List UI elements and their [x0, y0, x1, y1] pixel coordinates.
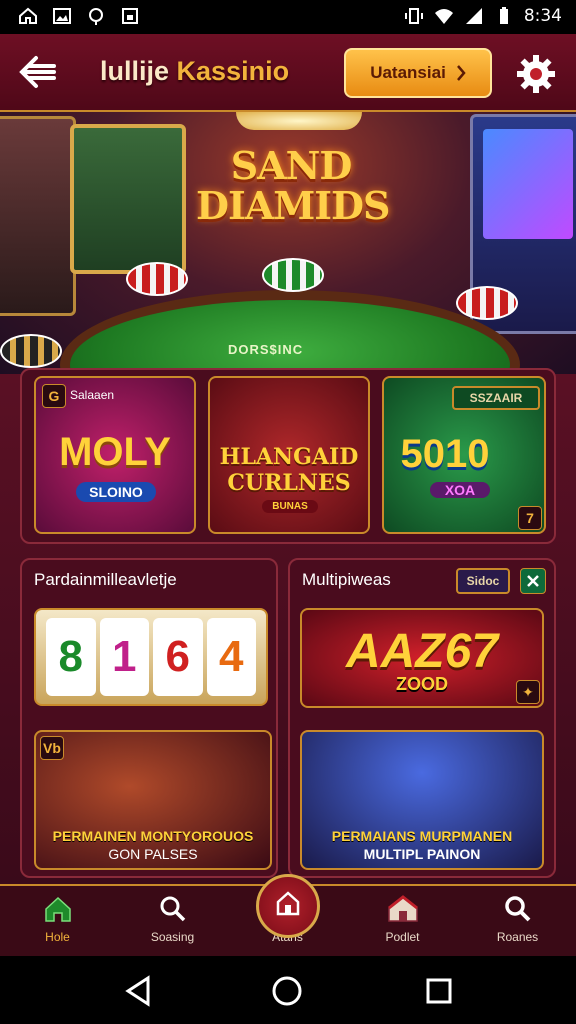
close-x-button[interactable] [520, 568, 546, 594]
game-title: MOLY [59, 430, 171, 474]
home-icon [19, 7, 37, 24]
chip-stack [456, 286, 518, 320]
hero-lamp [236, 112, 362, 130]
hero-portrait-art [70, 124, 186, 274]
reel: 1 [99, 618, 149, 696]
search-icon [160, 896, 185, 922]
reel: 4 [206, 618, 256, 696]
banner-line1: PERMAIANS MURPMANEN [331, 828, 513, 844]
game-badge: SSZAAIR [452, 386, 540, 410]
nav-label: Hole [45, 930, 70, 944]
banner-badge: Vb [40, 736, 64, 760]
main-content: G Salaaen MOLY SLOINO HLANGAID CURLNES B… [0, 368, 576, 886]
chip-stack [262, 258, 324, 292]
promo-button[interactable]: Uatansiai [344, 48, 492, 98]
slot-reels-tile[interactable]: 8 1 6 4 [34, 608, 268, 706]
nav-label: Podlet [385, 930, 420, 944]
featured-games-panel: G Salaaen MOLY SLOINO HLANGAID CURLNES B… [20, 368, 556, 544]
nav-item-roanes[interactable]: Roanes [460, 886, 575, 956]
banner-line2: MULTIPL PAINON [363, 846, 481, 862]
left-section-panel: Pardainmilleavletje 8 1 6 4 Vb PERMAINEN… [20, 558, 278, 878]
center-nav-bubble [255, 874, 320, 938]
slot-cabinet-left [0, 116, 76, 316]
game-corner-badge: 7 [518, 506, 542, 530]
image-icon [53, 8, 71, 24]
banner-line1: PERMAINEN MONTYOROUOS [52, 828, 254, 844]
app-header: lullije Kassinio Uatansiai [0, 34, 576, 112]
settings-button[interactable] [514, 52, 558, 96]
promo-button-label: Uatansiai [370, 63, 446, 82]
app-title-prefix: lullije [100, 56, 170, 86]
game-title-line2: CURLNES [227, 470, 351, 496]
back-button[interactable] [16, 52, 62, 92]
permainen-banner-tile[interactable]: Vb PERMAINEN MONTYOROUOS GON PALSES [34, 730, 272, 870]
right-section-panel: Multipiweas Sidoc AAZ67 ZOOD ✦ PERMAIANS… [288, 558, 556, 878]
vibrate-icon [404, 8, 423, 24]
system-navigation-bar [0, 956, 576, 1024]
game-subtitle: SLOINO [76, 482, 156, 502]
hero-title: SAND DIAMIDS [196, 143, 390, 228]
status-bar: 8:34 [0, 0, 576, 34]
game-tile-hlangaid[interactable]: HLANGAID CURLNES BUNAS [208, 376, 370, 534]
tile-corner-icon: ✦ [516, 680, 540, 704]
back-arrow-icon [19, 56, 56, 88]
feature-subtitle: ZOOD [396, 674, 448, 694]
nav-item-home[interactable]: Hole [0, 886, 115, 956]
hero-title-line1: SAND [230, 143, 353, 188]
hero-title-line2: DIAMIDS [196, 183, 390, 228]
section-tag[interactable]: Sidoc [456, 568, 510, 594]
game-tile-5010[interactable]: SSZAAIR 5010 XOA 7 [382, 376, 546, 534]
nav-item-center[interactable]: Atans [230, 874, 345, 956]
game-subtitle: XOA [430, 482, 490, 498]
app-title: lullije Kassinio [100, 56, 289, 87]
close-icon [527, 575, 539, 587]
game-title-line1: HLANGAID [219, 444, 359, 470]
game-badge-label: Salaaen [70, 388, 115, 402]
recents-square-icon[interactable] [422, 974, 456, 1008]
permaians-banner-tile[interactable]: PERMAIANS MURPMANEN MULTIPL PAINON [300, 730, 544, 870]
reel: 6 [153, 618, 203, 696]
section-heading: Multipiweas [302, 570, 391, 589]
banner-line2: GON PALSES [108, 846, 198, 862]
reel: 8 [46, 618, 96, 696]
nav-label: Soasing [150, 930, 195, 944]
battery-icon [499, 7, 508, 24]
home-circle-icon[interactable] [270, 974, 304, 1008]
nav-item-podlet[interactable]: Podlet [345, 886, 460, 956]
game-title: 5010 [400, 432, 490, 476]
hero-table [60, 290, 520, 374]
bottom-nav: Hole Soasing Atans Podlet Roanes [0, 874, 576, 956]
signal-icon [465, 8, 482, 24]
gear-icon [517, 55, 555, 93]
nav-item-search[interactable]: Soasing [115, 886, 230, 956]
back-triangle-icon[interactable] [122, 974, 156, 1008]
home-icon [44, 896, 71, 922]
chip-stack [0, 334, 62, 368]
section-heading: Pardainmilleavletje [34, 570, 177, 589]
app-title-main: Kassinio [176, 56, 290, 86]
hero-banner[interactable]: SAND DIAMIDS DORS$INC [0, 112, 576, 374]
chip-stack [126, 262, 188, 296]
hero-table-text: DORS$INC [228, 342, 304, 357]
feature-title: AAZ67 [345, 625, 499, 678]
house-icon [387, 895, 418, 922]
game-tile-moly[interactable]: G Salaaen MOLY SLOINO [34, 376, 196, 534]
house-icon [276, 891, 299, 916]
game-subtitle: BUNAS [262, 500, 318, 513]
screenshot-icon [122, 8, 138, 24]
clock: 8:34 [523, 6, 562, 26]
slot-reels: 8 1 6 4 [46, 618, 256, 696]
location-icon [89, 8, 103, 25]
game-badge-icon: G [42, 384, 66, 408]
aaz67-tile[interactable]: AAZ67 ZOOD ✦ [300, 608, 544, 708]
search-icon [504, 896, 530, 922]
wifi-icon [434, 9, 453, 24]
chevron-right-icon [456, 65, 466, 81]
nav-label: Roanes [496, 930, 539, 944]
